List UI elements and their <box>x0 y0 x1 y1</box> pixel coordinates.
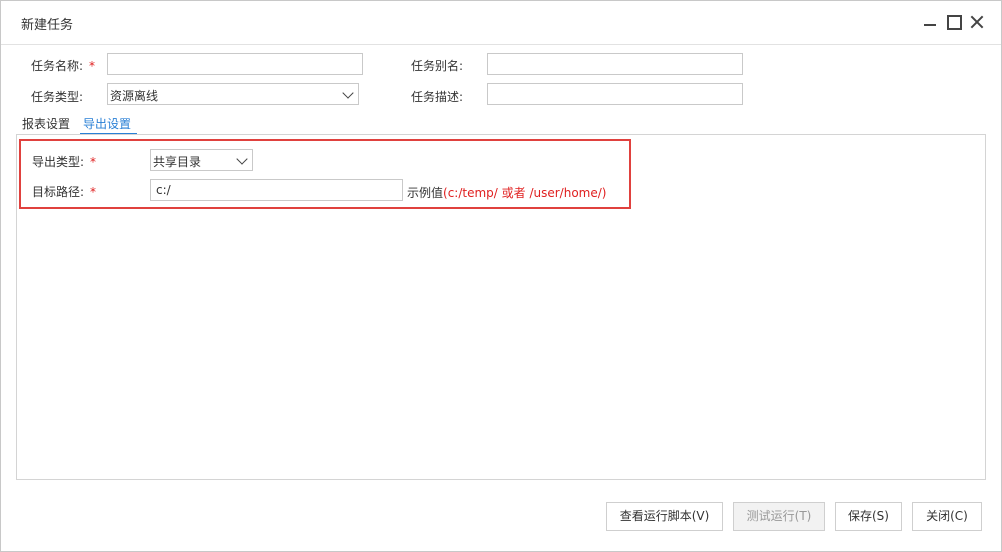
window-title: 新建任务 <box>21 18 74 33</box>
chevron-down-icon <box>236 153 248 165</box>
close-button[interactable]: 关闭(C) <box>912 502 982 531</box>
chevron-down-icon <box>342 87 354 99</box>
target-path-input[interactable] <box>150 179 403 201</box>
tab-report-settings[interactable]: 报表设置 <box>22 115 70 132</box>
task-type-value: 资源离线 <box>110 89 159 103</box>
task-alias-label: 任务别名: <box>411 59 464 73</box>
task-type-select[interactable]: 资源离线 <box>107 83 359 105</box>
task-type-label: 任务类型: <box>31 90 84 104</box>
test-run-button[interactable]: 测试运行(T) <box>733 502 825 531</box>
new-task-dialog: 新建任务 任务名称: * 任务别名: 任务类型: 资源离线 任务描述: 报表设置 … <box>0 0 1002 552</box>
task-alias-input[interactable] <box>487 53 743 75</box>
close-icon[interactable] <box>968 13 986 31</box>
view-script-button[interactable]: 查看运行脚本(V) <box>606 502 723 531</box>
target-path-label: 目标路径: * <box>32 185 97 199</box>
task-name-input[interactable] <box>107 53 363 75</box>
export-type-select[interactable]: 共享目录 <box>150 149 253 171</box>
required-mark: * <box>90 185 97 199</box>
minimize-icon[interactable] <box>921 13 939 31</box>
path-example-value: (c:/temp/ 或者 /user/home/) <box>443 186 607 200</box>
maximize-icon[interactable] <box>945 13 963 31</box>
task-desc-input[interactable] <box>487 83 743 105</box>
save-button[interactable]: 保存(S) <box>835 502 902 531</box>
task-desc-label: 任务描述: <box>411 90 464 104</box>
path-example-hint: 示例值(c:/temp/ 或者 /user/home/) <box>407 186 607 200</box>
required-mark: * <box>89 59 96 73</box>
title-bar: 新建任务 <box>1 1 1001 45</box>
export-type-label: 导出类型: * <box>32 155 97 169</box>
required-mark: * <box>90 155 97 169</box>
tab-export-settings[interactable]: 导出设置 <box>83 115 131 132</box>
task-name-label: 任务名称: * <box>31 59 96 73</box>
export-type-value: 共享目录 <box>153 155 202 169</box>
